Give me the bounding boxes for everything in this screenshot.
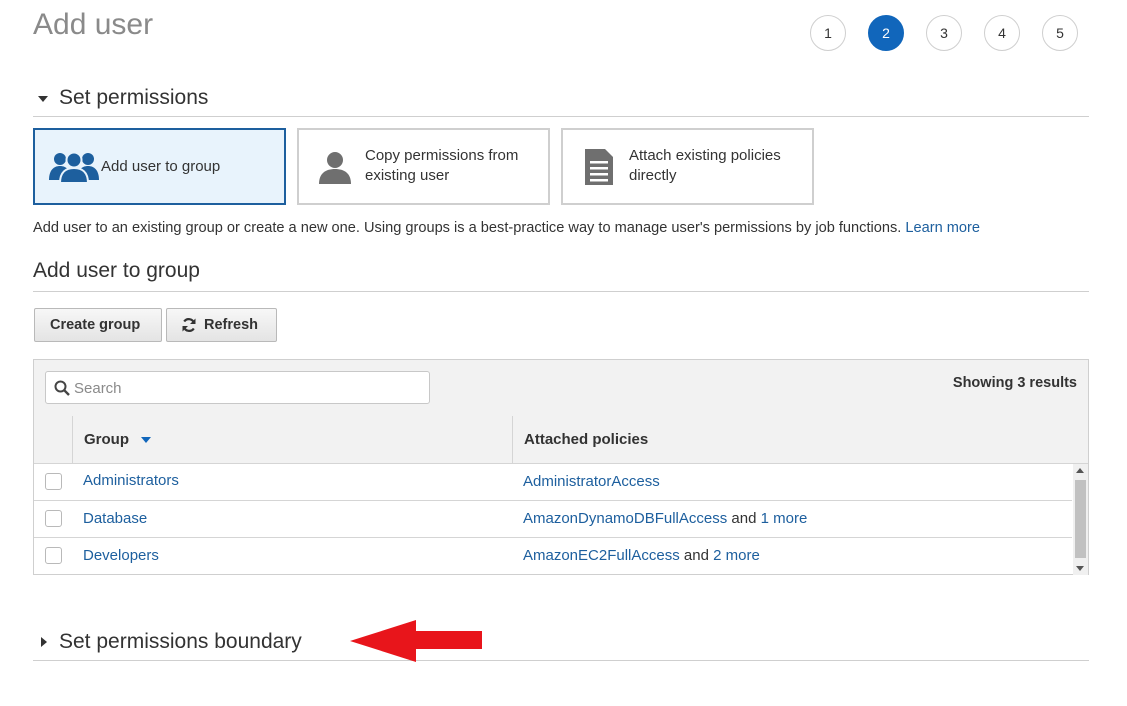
option-label-line1: Copy permissions from [365, 147, 519, 164]
groups-table: Showing 3 results Group Attached policie… [33, 359, 1089, 575]
scroll-up-icon[interactable] [1076, 468, 1084, 473]
description-text: Add user to an existing group or create … [33, 220, 902, 236]
set-permissions-heading: Set permissions [59, 86, 209, 109]
table-scrollbar[interactable] [1073, 464, 1088, 575]
create-group-button[interactable]: Create group [34, 308, 162, 342]
annotation-arrow-icon [350, 620, 482, 662]
refresh-button[interactable]: Refresh [166, 308, 277, 342]
search-icon [54, 380, 70, 396]
row-checkbox[interactable] [45, 473, 62, 490]
boundary-heading: Set permissions boundary [59, 630, 302, 653]
table-toolbar: Showing 3 results [34, 360, 1088, 417]
and-text: and [731, 510, 757, 527]
column-divider [72, 416, 73, 463]
table-row[interactable]: Developers AmazonEC2FullAccess and 2 mor… [34, 538, 1072, 575]
table-header: Group Attached policies [34, 416, 1088, 464]
scrollbar-thumb[interactable] [1075, 480, 1086, 558]
column-divider [512, 416, 513, 463]
policy-link[interactable]: AdministratorAccess [523, 473, 660, 490]
step-5[interactable]: 5 [1042, 15, 1078, 51]
create-group-label: Create group [50, 317, 141, 333]
option-label-line1: Attach existing policies [629, 147, 781, 164]
add-to-group-heading: Add user to group [33, 259, 200, 282]
scroll-down-icon[interactable] [1076, 566, 1084, 571]
group-link[interactable]: Developers [83, 547, 159, 565]
page-title: Add user [33, 8, 154, 41]
set-permissions-toggle[interactable]: Set permissions [33, 85, 233, 111]
more-policies-link[interactable]: 1 more [761, 510, 808, 527]
option-label: Add user to group [101, 158, 221, 175]
divider [33, 116, 1089, 117]
group-link[interactable]: Administrators [83, 472, 179, 490]
option-add-user-to-group[interactable]: Add user to group [33, 128, 286, 205]
column-header-group[interactable]: Group [84, 416, 152, 463]
caret-right-icon [41, 637, 47, 647]
row-checkbox[interactable] [45, 547, 62, 564]
policy-link[interactable]: AmazonDynamoDBFullAccess [523, 510, 727, 527]
policies-cell: AmazonDynamoDBFullAccess and 1 more [523, 510, 807, 528]
refresh-label: Refresh [204, 317, 258, 333]
user-icon [319, 152, 351, 184]
learn-more-link[interactable]: Learn more [905, 220, 980, 236]
policies-cell: AdministratorAccess [523, 473, 660, 491]
divider [33, 291, 1089, 292]
option-label-line2: existing user [365, 167, 450, 184]
group-link[interactable]: Database [83, 510, 147, 528]
option-attach-policies[interactable]: Attach existing policies directly [561, 128, 814, 205]
option-copy-permissions[interactable]: Copy permissions from existing user [297, 128, 550, 205]
policy-link[interactable]: AmazonEC2FullAccess [523, 547, 680, 564]
table-row[interactable]: Administrators AdministratorAccess [34, 464, 1072, 501]
search-box[interactable] [45, 371, 430, 404]
column-group-label: Group [84, 431, 129, 448]
results-count: Showing 3 results [952, 375, 1077, 391]
sort-desc-icon [141, 437, 152, 444]
step-2[interactable]: 2 [868, 15, 904, 51]
step-1[interactable]: 1 [810, 15, 846, 51]
column-header-policies[interactable]: Attached policies [524, 416, 648, 463]
search-input[interactable] [74, 378, 414, 398]
more-policies-link[interactable]: 2 more [713, 547, 760, 564]
and-text: and [683, 547, 709, 564]
boundary-toggle[interactable]: Set permissions boundary [33, 629, 333, 655]
divider [33, 660, 1089, 661]
caret-down-icon [38, 96, 48, 102]
policies-cell: AmazonEC2FullAccess and 2 more [523, 547, 760, 565]
step-3[interactable]: 3 [926, 15, 962, 51]
refresh-icon [182, 318, 196, 332]
step-4[interactable]: 4 [984, 15, 1020, 51]
table-row[interactable]: Database AmazonDynamoDBFullAccess and 1 … [34, 501, 1072, 538]
option-label-line2: directly [629, 167, 677, 184]
permissions-description: Add user to an existing group or create … [33, 219, 980, 237]
row-checkbox[interactable] [45, 510, 62, 527]
table-body: Administrators AdministratorAccess Datab… [34, 464, 1088, 575]
document-icon [585, 149, 613, 185]
users-group-icon [49, 151, 99, 184]
